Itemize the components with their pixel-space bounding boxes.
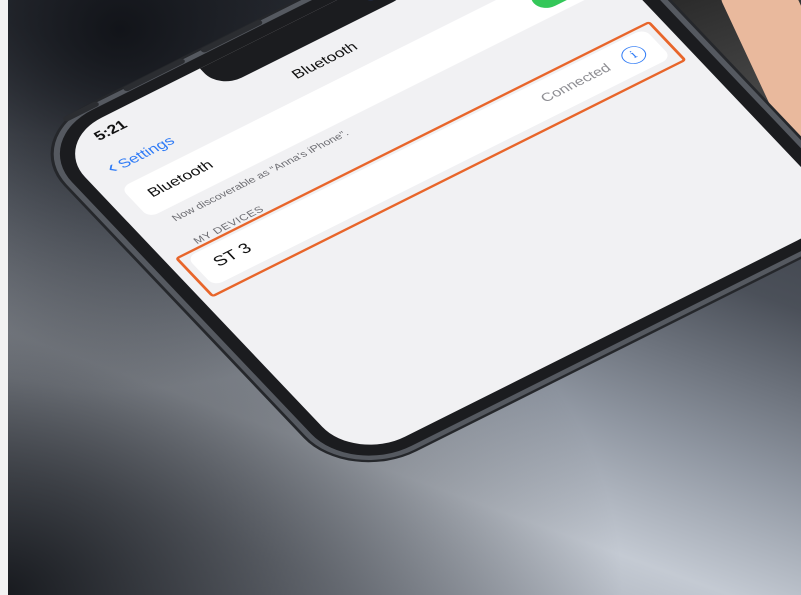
left-border [0, 0, 8, 595]
toggle-knob [547, 0, 585, 1]
status-time: 5:21 [90, 117, 131, 144]
bluetooth-toggle[interactable] [525, 0, 588, 13]
bluetooth-label: Bluetooth [143, 157, 217, 200]
